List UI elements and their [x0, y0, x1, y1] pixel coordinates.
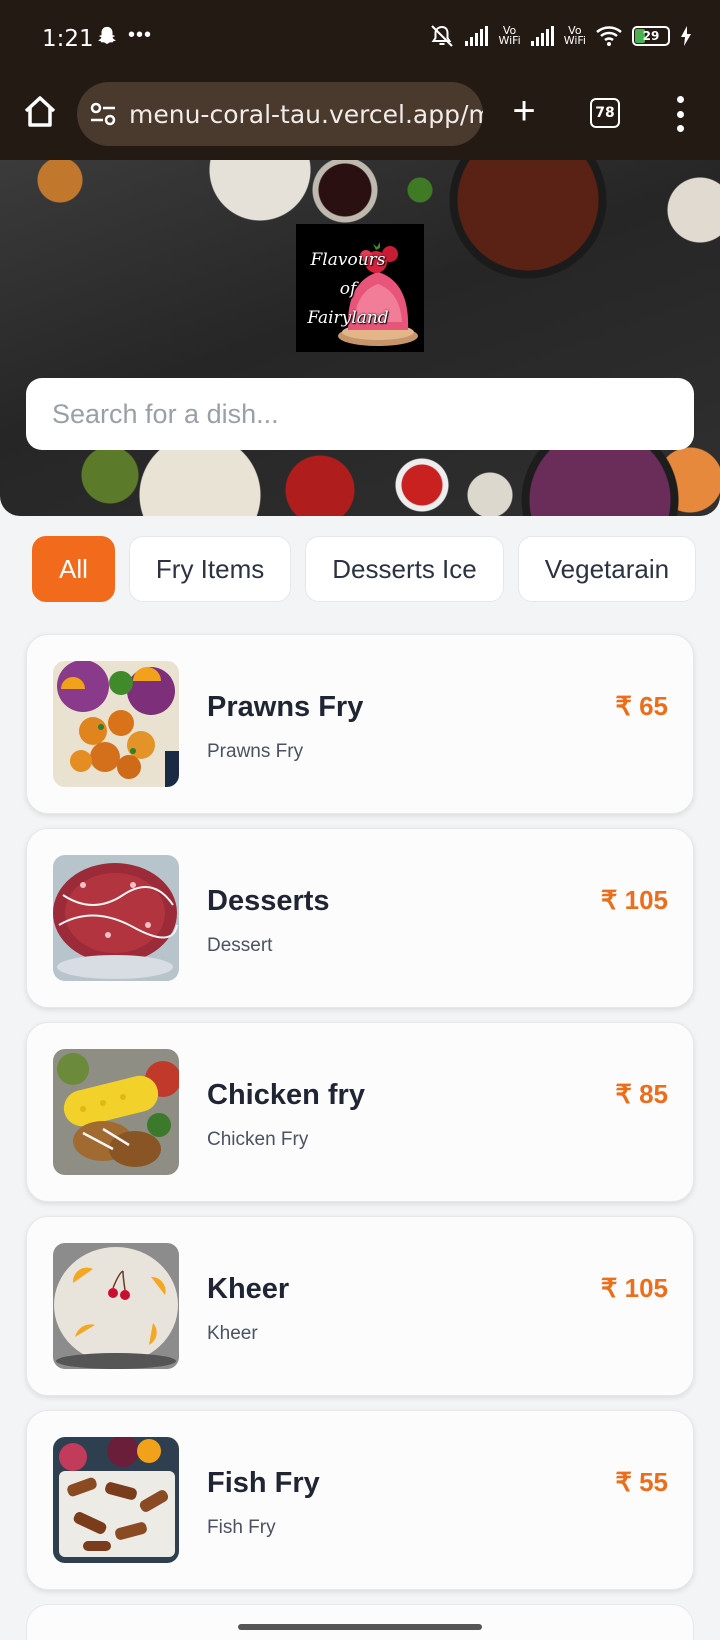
item-description: Fish Fry [207, 1517, 276, 1538]
browser-chrome: 1:21 ••• Vo WiFi Vo WiFi 29 menu-coral-tau… [0, 0, 720, 160]
menu-list: Prawns Fry Prawns Fry ₹ 65 Desserts Dess… [26, 634, 694, 1640]
item-name: Prawns Fry [207, 691, 364, 723]
category-chip-desserts-ice[interactable]: Desserts Ice [305, 536, 504, 602]
logo-text-line-1: Flavours [310, 250, 386, 270]
prawns-fry-photo [53, 661, 179, 787]
status-bar: 1:21 ••• Vo WiFi Vo WiFi 29 [0, 0, 720, 78]
cell-signal-icon [465, 26, 489, 46]
site-settings-icon[interactable] [89, 100, 117, 128]
fish-fry-photo [53, 1437, 179, 1563]
wifi-icon [596, 26, 622, 46]
menu-item-card-partial[interactable] [26, 1604, 694, 1640]
item-name: Fish Fry [207, 1467, 320, 1499]
tab-switcher-button[interactable]: 78 [590, 98, 620, 128]
address-bar[interactable]: menu-coral-tau.vercel.app/m [77, 82, 483, 146]
item-price: ₹ 65 [615, 691, 668, 721]
menu-item-card[interactable]: Fish Fry Fish Fry ₹ 55 [26, 1410, 694, 1590]
status-time: 1:21 [42, 26, 94, 52]
item-description: Dessert [207, 935, 273, 956]
snapchat-notification-icon [98, 26, 116, 44]
menu-item-card[interactable]: Prawns Fry Prawns Fry ₹ 65 [26, 634, 694, 814]
chicken-fry-photo [53, 1049, 179, 1175]
menu-item-card[interactable]: Chicken fry Chicken Fry ₹ 85 [26, 1022, 694, 1202]
url-text[interactable]: menu-coral-tau.vercel.app/m [129, 100, 483, 129]
new-tab-plus-icon[interactable]: + [506, 91, 542, 132]
item-price: ₹ 105 [600, 885, 668, 915]
menu-item-card[interactable]: Desserts Dessert ₹ 105 [26, 828, 694, 1008]
item-description: Chicken Fry [207, 1129, 309, 1150]
dessert-photo [53, 855, 179, 981]
silent-bell-icon [431, 25, 454, 47]
more-notifications-icon: ••• [128, 24, 153, 46]
kheer-photo [53, 1243, 179, 1369]
cell-signal-icon-2 [530, 26, 554, 46]
gesture-home-indicator[interactable] [238, 1624, 482, 1630]
hero-banner: Flavours of Fairyland [0, 160, 720, 516]
category-chip-all[interactable]: All [32, 536, 115, 602]
item-name: Kheer [207, 1273, 290, 1305]
item-price: ₹ 105 [600, 1273, 668, 1303]
category-chip-vegetarain[interactable]: Vegetarain [517, 536, 697, 602]
item-description: Kheer [207, 1323, 258, 1344]
item-description: Prawns Fry [207, 741, 304, 762]
item-price: ₹ 55 [615, 1467, 668, 1497]
url-bar-row: menu-coral-tau.vercel.app/m + 78 [0, 78, 720, 158]
battery-level: 29 [642, 29, 660, 43]
search-input[interactable] [26, 378, 694, 450]
charging-bolt-icon [681, 26, 691, 46]
item-name: Chicken fry [207, 1079, 365, 1111]
home-icon[interactable] [20, 92, 60, 132]
vowifi-label-1: Vo WiFi [498, 24, 521, 47]
vowifi-label-2: Vo WiFi [563, 24, 586, 47]
logo-text-line-2: of [339, 279, 357, 299]
item-name: Desserts [207, 885, 330, 917]
category-filter-bar: All Fry Items Desserts Ice Vegetarain [32, 536, 697, 602]
restaurant-logo: Flavours of Fairyland [296, 224, 424, 352]
item-price: ₹ 85 [615, 1079, 668, 1109]
category-chip-fry-items[interactable]: Fry Items [128, 536, 292, 602]
logo-text-line-3: Fairyland [307, 308, 389, 328]
battery-icon: 29 [632, 26, 670, 46]
menu-item-card[interactable]: Kheer Kheer ₹ 105 [26, 1216, 694, 1396]
more-menu-icon[interactable] [668, 96, 692, 132]
